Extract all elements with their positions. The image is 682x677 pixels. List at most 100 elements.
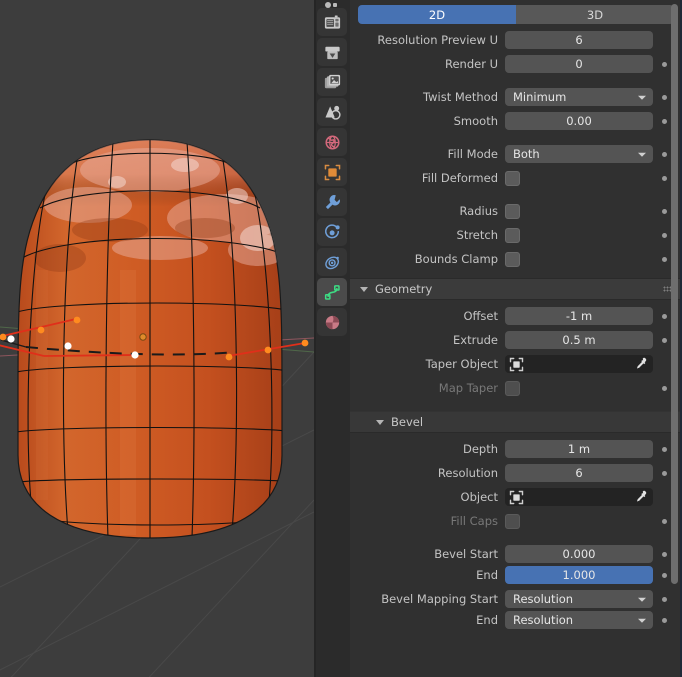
twist-method-row: Twist Method Minimum [350, 87, 682, 107]
animate-dot-radius[interactable] [662, 208, 667, 214]
bevel-depth-row: Depth 1 m [350, 439, 682, 459]
animate-dot-render-u[interactable] [662, 61, 667, 67]
smooth-field[interactable]: 0.00 [505, 112, 653, 130]
particles-tab[interactable] [317, 218, 347, 246]
curve-data-icon [324, 284, 340, 300]
animate-dot-bevel-end[interactable] [662, 572, 667, 578]
fill-caps-checkbox[interactable] [505, 513, 520, 529]
curve-object[interactable] [0, 0, 314, 677]
stretch-checkbox[interactable] [505, 227, 520, 243]
chevron-down-icon [638, 95, 646, 100]
object-tab[interactable] [317, 158, 347, 186]
cone-sphere-icon [324, 105, 341, 120]
stretch-label: Stretch [456, 228, 498, 242]
3d-viewport[interactable] [0, 0, 314, 677]
stretch-checkbox-wrap [505, 227, 653, 243]
properties-tab-column[interactable] [314, 0, 350, 677]
object-browse-icon [509, 490, 524, 504]
bevel-resolution-field[interactable]: 6 [505, 464, 653, 482]
physics-tab[interactable] [317, 248, 347, 276]
taper-object-field[interactable] [505, 355, 653, 373]
render-tab[interactable] [317, 8, 347, 36]
bevel-depth-field[interactable]: 1 m [505, 440, 653, 458]
fill-deformed-checkbox[interactable] [505, 170, 520, 186]
animate-dot-extrude[interactable] [662, 337, 667, 343]
eyedropper-icon[interactable] [633, 357, 648, 372]
geometry-panel-body: Offset -1 m Extrude 0.5 m Taper Object M… [350, 300, 682, 411]
scene-tab[interactable] [317, 98, 347, 126]
particles-icon [324, 223, 340, 238]
animate-dot-bevel-resolution[interactable] [662, 470, 667, 476]
output-tab[interactable] [317, 38, 347, 66]
camera-back-icon [324, 14, 340, 29]
shape-dimension-tabs[interactable]: 2D 3D [358, 5, 674, 24]
chevron-down-icon [638, 597, 646, 602]
geometry-panel-header[interactable]: Geometry [350, 278, 682, 300]
animate-dot-fill-mode[interactable] [662, 151, 667, 157]
properties-scrollbar-track[interactable] [671, 0, 680, 677]
bevel-start-field[interactable]: 0.000 [505, 545, 653, 563]
object-browse-icon [509, 357, 524, 371]
resolution-preview-u-row: Resolution Preview U 6 [350, 30, 682, 50]
disclosure-triangle-icon [376, 419, 384, 425]
bevel-panel-body: Depth 1 m Resolution 6 Object Fill Caps … [350, 433, 682, 630]
tabcol-edge [314, 0, 316, 677]
globe-icon [324, 134, 340, 150]
render-u-field[interactable]: 0 [505, 55, 653, 73]
printer-icon [324, 46, 340, 59]
radius-checkbox[interactable] [505, 203, 520, 219]
bevel-mapping-start-dropdown[interactable]: Resolution [505, 590, 653, 608]
tab-2d[interactable]: 2D [358, 5, 516, 24]
orange-square-icon [324, 164, 340, 180]
radius-row: Radius [350, 201, 682, 221]
animate-dot-twist-method[interactable] [662, 94, 667, 100]
object-origin [139, 333, 147, 341]
fill-mode-dropdown[interactable]: Both [505, 145, 653, 163]
twist-method-dropdown[interactable]: Minimum [505, 88, 653, 106]
eyedropper-icon[interactable] [633, 490, 648, 505]
offset-field[interactable]: -1 m [505, 307, 653, 325]
animate-dot-stretch[interactable] [662, 232, 667, 238]
map-taper-checkbox[interactable] [505, 380, 520, 396]
view-layer-tab[interactable] [317, 68, 347, 96]
animate-dot-fill-caps[interactable] [662, 518, 667, 524]
bevel-object-field[interactable] [505, 488, 653, 506]
tab-3d[interactable]: 3D [516, 5, 674, 24]
physics-orbit-icon [324, 255, 339, 269]
resolution-preview-u-field[interactable]: 6 [505, 31, 653, 49]
render-u-row: Render U 0 [350, 54, 682, 74]
properties-editor[interactable]: 2D 3D Resolution Preview U 6 Render U 0 … [350, 0, 682, 677]
modifiers-tab[interactable] [317, 188, 347, 216]
bevel-mapping-end-row: End Resolution [350, 610, 682, 630]
animate-dot-bevel-mapping-end[interactable] [662, 617, 667, 623]
animate-dot-bevel-start[interactable] [662, 551, 667, 557]
object-data-tab[interactable] [317, 278, 347, 306]
material-tab[interactable] [317, 308, 347, 336]
bounds-clamp-checkbox[interactable] [505, 251, 520, 267]
twist-method-label: Twist Method [422, 90, 498, 104]
bevel-mapping-end-dropdown[interactable]: Resolution [505, 611, 653, 629]
animate-dot-bevel-depth[interactable] [662, 446, 667, 452]
animate-dot-offset[interactable] [662, 313, 667, 319]
extrude-field[interactable]: 0.5 m [505, 331, 653, 349]
animate-dot-fill-deformed[interactable] [662, 175, 667, 181]
animate-dot-bounds-clamp[interactable] [662, 256, 667, 262]
animate-dot-map-taper[interactable] [662, 385, 667, 391]
animate-dot-placeholder [662, 362, 667, 367]
properties-scrollbar-thumb[interactable] [671, 4, 678, 584]
fill-mode-row: Fill Mode Both [350, 144, 682, 164]
bevel-end-field[interactable]: 1.000 [505, 566, 653, 584]
offset-label: Offset [463, 309, 498, 323]
animate-dot-bevel-mapping-start[interactable] [662, 596, 667, 602]
shape-panel-body: Resolution Preview U 6 Render U 0 Twist … [350, 30, 682, 278]
world-tab[interactable] [317, 128, 347, 156]
map-taper-label: Map Taper [438, 381, 498, 395]
fill-caps-label: Fill Caps [450, 514, 498, 528]
smooth-label: Smooth [453, 114, 498, 128]
animate-dot-smooth[interactable] [662, 118, 667, 124]
bevel-panel-header[interactable]: Bevel [350, 411, 682, 433]
blender-window: 2D 3D Resolution Preview U 6 Render U 0 … [0, 0, 682, 677]
tool-tab[interactable] [317, 0, 347, 8]
render-u-label: Render U [444, 57, 498, 71]
